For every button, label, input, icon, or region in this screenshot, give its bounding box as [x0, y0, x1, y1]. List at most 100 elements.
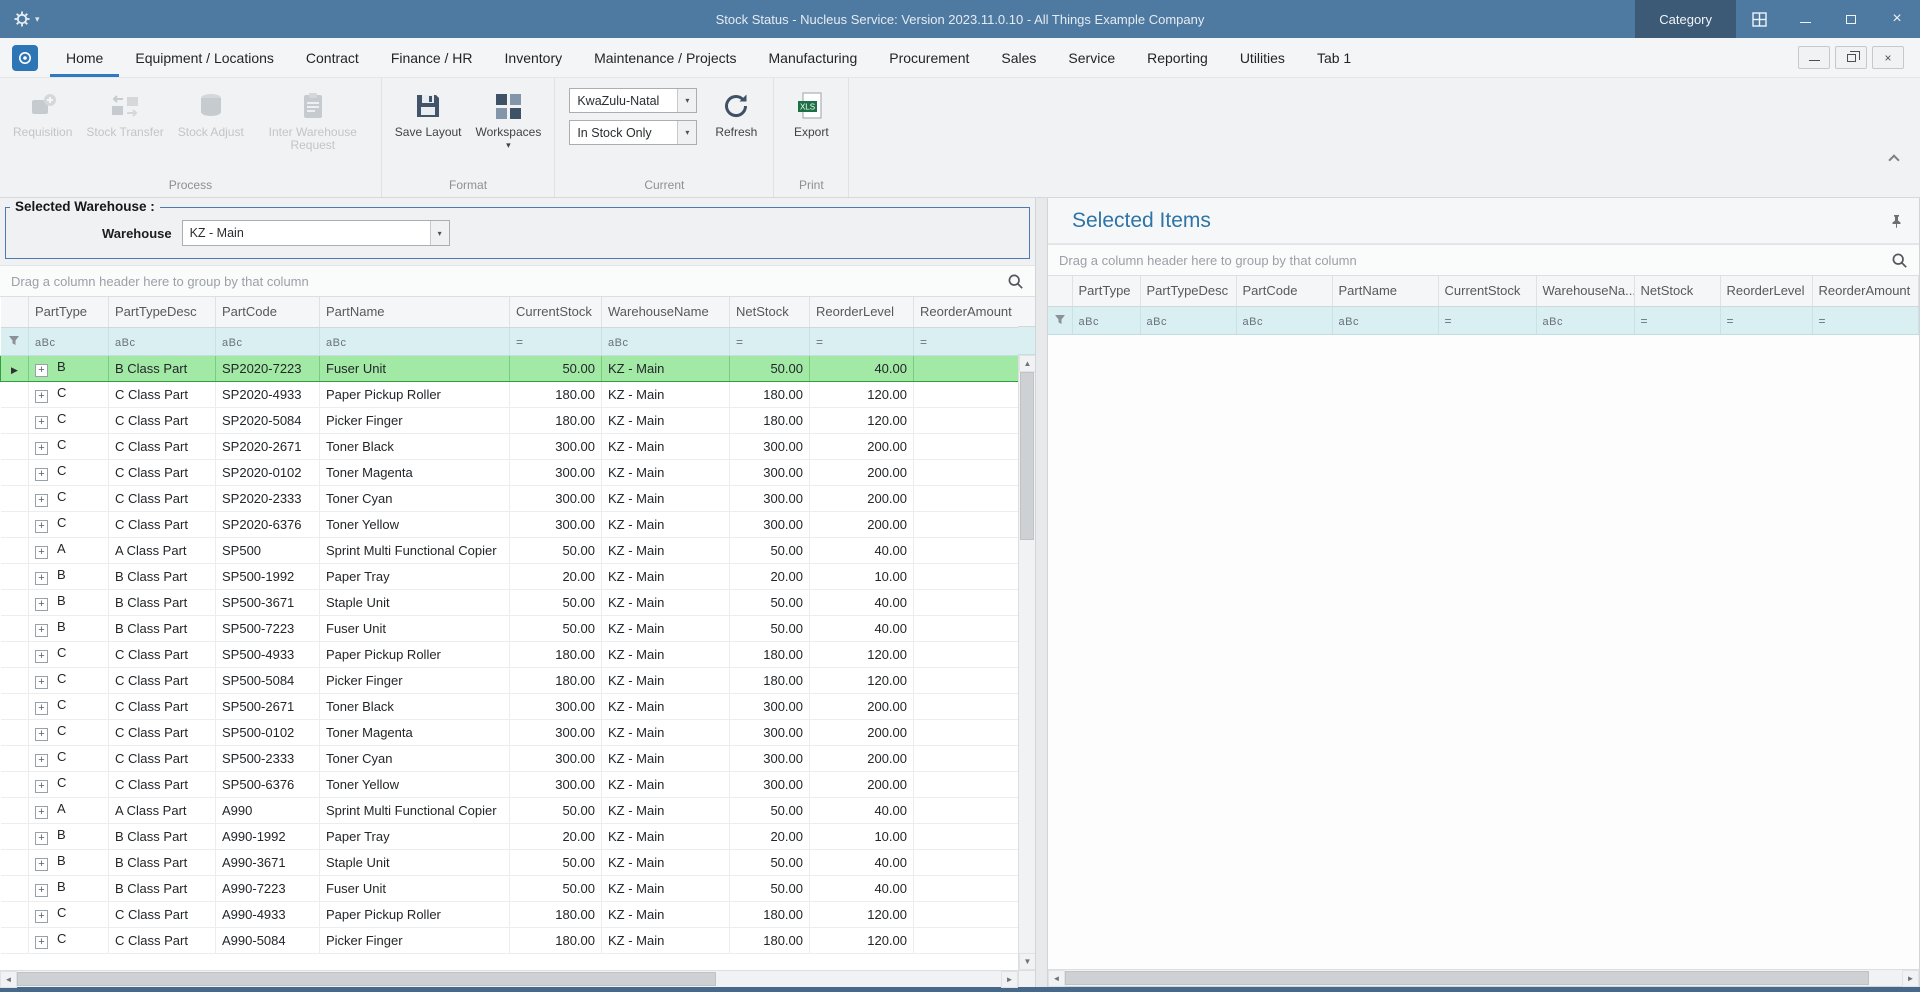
- table-row[interactable]: B B Class Part A990-1992 Paper Tray 20.0…: [1, 823, 1020, 849]
- scrollbar-track[interactable]: [17, 971, 1001, 987]
- tab-procurement[interactable]: Procurement: [873, 38, 985, 77]
- vertical-scrollbar[interactable]: ▲ ▼: [1018, 355, 1035, 970]
- search-button[interactable]: [1891, 252, 1908, 269]
- column-header-partname[interactable]: PartName: [1332, 276, 1438, 306]
- table-row[interactable]: A A Class Part SP500 Sprint Multi Functi…: [1, 537, 1020, 563]
- tab-contract[interactable]: Contract: [290, 38, 375, 77]
- expand-icon[interactable]: [35, 806, 48, 819]
- table-row[interactable]: C C Class Part SP500-0102 Toner Magenta …: [1, 719, 1020, 745]
- expand-icon[interactable]: [35, 676, 48, 689]
- table-row[interactable]: C C Class Part SP500-6376 Toner Yellow 3…: [1, 771, 1020, 797]
- tab-equipment-locations[interactable]: Equipment / Locations: [119, 38, 290, 77]
- tab-reporting[interactable]: Reporting: [1131, 38, 1224, 77]
- child-minimize-button[interactable]: [1798, 46, 1830, 69]
- expand-icon[interactable]: [35, 390, 48, 403]
- workspaces-button[interactable]: Workspaces ▾: [471, 84, 547, 151]
- minimize-button[interactable]: [1782, 0, 1828, 38]
- scrollbar-thumb[interactable]: [1020, 372, 1034, 540]
- filter-cell-parttypedesc[interactable]: aBc: [1140, 306, 1236, 334]
- group-by-bar[interactable]: Drag a column header here to group by th…: [0, 265, 1035, 297]
- scroll-left-button[interactable]: ◄: [0, 971, 17, 988]
- expand-icon[interactable]: [35, 650, 48, 663]
- table-row[interactable]: C C Class Part SP2020-6376 Toner Yellow …: [1, 511, 1020, 537]
- export-button[interactable]: XLS Export: [782, 84, 840, 139]
- horizontal-scrollbar[interactable]: ◄ ►: [1048, 969, 1919, 986]
- expand-icon[interactable]: [35, 624, 48, 637]
- table-row[interactable]: B B Class Part SP500-7223 Fuser Unit 50.…: [1, 615, 1020, 641]
- tab-finance-hr[interactable]: Finance / HR: [375, 38, 489, 77]
- table-row[interactable]: B B Class Part SP500-1992 Paper Tray 20.…: [1, 563, 1020, 589]
- category-button[interactable]: Category: [1635, 0, 1736, 38]
- pin-button[interactable]: [1890, 214, 1903, 228]
- column-header-parttype[interactable]: PartType: [1072, 276, 1140, 306]
- table-row[interactable]: B B Class Part SP2020-7223 Fuser Unit 50…: [1, 355, 1020, 381]
- table-row[interactable]: C C Class Part SP500-4933 Paper Pickup R…: [1, 641, 1020, 667]
- column-header-reorderamount[interactable]: ReorderAmount: [1812, 276, 1919, 306]
- tab-service[interactable]: Service: [1052, 38, 1131, 77]
- scroll-left-button[interactable]: ◄: [1048, 970, 1065, 987]
- column-header-warehousename[interactable]: WarehouseName: [602, 297, 730, 327]
- filter-cell-currentstock[interactable]: =: [510, 327, 602, 355]
- filter-cell-parttype[interactable]: aBc: [29, 327, 109, 355]
- tab-utilities[interactable]: Utilities: [1224, 38, 1301, 77]
- expand-icon[interactable]: [35, 468, 48, 481]
- chevron-down-icon[interactable]: ▾: [677, 121, 696, 144]
- expand-icon[interactable]: [35, 780, 48, 793]
- table-row[interactable]: B B Class Part A990-7223 Fuser Unit 50.0…: [1, 875, 1020, 901]
- column-header-parttype[interactable]: PartType: [29, 297, 109, 327]
- filter-cell-parttypedesc[interactable]: aBc: [109, 327, 216, 355]
- table-row[interactable]: C C Class Part SP500-5084 Picker Finger …: [1, 667, 1020, 693]
- filter-cell-parttype[interactable]: aBc: [1072, 306, 1140, 334]
- group-by-bar[interactable]: Drag a column header here to group by th…: [1048, 244, 1919, 276]
- expand-icon[interactable]: [35, 910, 48, 923]
- table-row[interactable]: C C Class Part SP2020-5084 Picker Finger…: [1, 407, 1020, 433]
- scrollbar-thumb[interactable]: [17, 972, 716, 986]
- scrollbar-track[interactable]: [1019, 372, 1035, 953]
- filter-cell-currentstock[interactable]: =: [1438, 306, 1536, 334]
- scrollbar-thumb[interactable]: [1065, 971, 1869, 985]
- column-header-netstock[interactable]: NetStock: [1634, 276, 1720, 306]
- expand-icon[interactable]: [35, 936, 48, 949]
- column-header-partname[interactable]: PartName: [320, 297, 510, 327]
- expand-icon[interactable]: [35, 598, 48, 611]
- scroll-right-button[interactable]: ►: [1001, 971, 1018, 988]
- column-header-reorderlevel[interactable]: ReorderLevel: [810, 297, 914, 327]
- scrollbar-track[interactable]: [1065, 970, 1902, 986]
- column-header-partcode[interactable]: PartCode: [216, 297, 320, 327]
- filter-cell-partcode[interactable]: aBc: [1236, 306, 1332, 334]
- column-header-currentstock[interactable]: CurrentStock: [1438, 276, 1536, 306]
- table-row[interactable]: C C Class Part SP2020-2671 Toner Black 3…: [1, 433, 1020, 459]
- expand-icon[interactable]: [35, 884, 48, 897]
- column-header-netstock[interactable]: NetStock: [730, 297, 810, 327]
- expand-icon[interactable]: [35, 546, 48, 559]
- refresh-button[interactable]: Refresh: [707, 84, 765, 139]
- stock-transfer-button[interactable]: Stock Transfer: [81, 84, 168, 139]
- save-layout-button[interactable]: Save Layout: [390, 84, 467, 139]
- filter-cell-partname[interactable]: aBc: [1332, 306, 1438, 334]
- expand-icon[interactable]: [35, 858, 48, 871]
- app-logo[interactable]: [12, 45, 38, 71]
- inter-warehouse-request-button[interactable]: Inter Warehouse Request: [253, 84, 373, 152]
- child-restore-button[interactable]: [1835, 46, 1867, 69]
- expand-icon[interactable]: [35, 702, 48, 715]
- search-button[interactable]: [1007, 273, 1024, 290]
- filter-cell-partname[interactable]: aBc: [320, 327, 510, 355]
- filter-cell-partcode[interactable]: aBc: [216, 327, 320, 355]
- table-row[interactable]: C C Class Part A990-5084 Picker Finger 1…: [1, 927, 1020, 953]
- table-row[interactable]: C C Class Part SP2020-2333 Toner Cyan 30…: [1, 485, 1020, 511]
- column-header-currentstock[interactable]: CurrentStock: [510, 297, 602, 327]
- table-row[interactable]: C C Class Part SP2020-4933 Paper Pickup …: [1, 381, 1020, 407]
- requisition-button[interactable]: Requisition: [8, 84, 77, 139]
- chevron-down-icon[interactable]: ▾: [430, 221, 449, 245]
- tab-tab-1[interactable]: Tab 1: [1301, 38, 1367, 77]
- expand-icon[interactable]: [35, 754, 48, 767]
- table-row[interactable]: C C Class Part SP500-2671 Toner Black 30…: [1, 693, 1020, 719]
- filter-button[interactable]: [1, 327, 29, 355]
- filter-cell-reorderamount[interactable]: =: [914, 327, 1020, 355]
- expand-icon[interactable]: [35, 520, 48, 533]
- layout-grid-button[interactable]: [1736, 0, 1782, 38]
- expand-icon[interactable]: [35, 832, 48, 845]
- maximize-button[interactable]: [1828, 0, 1874, 38]
- panel-splitter[interactable]: [1036, 198, 1047, 987]
- expand-icon[interactable]: [35, 728, 48, 741]
